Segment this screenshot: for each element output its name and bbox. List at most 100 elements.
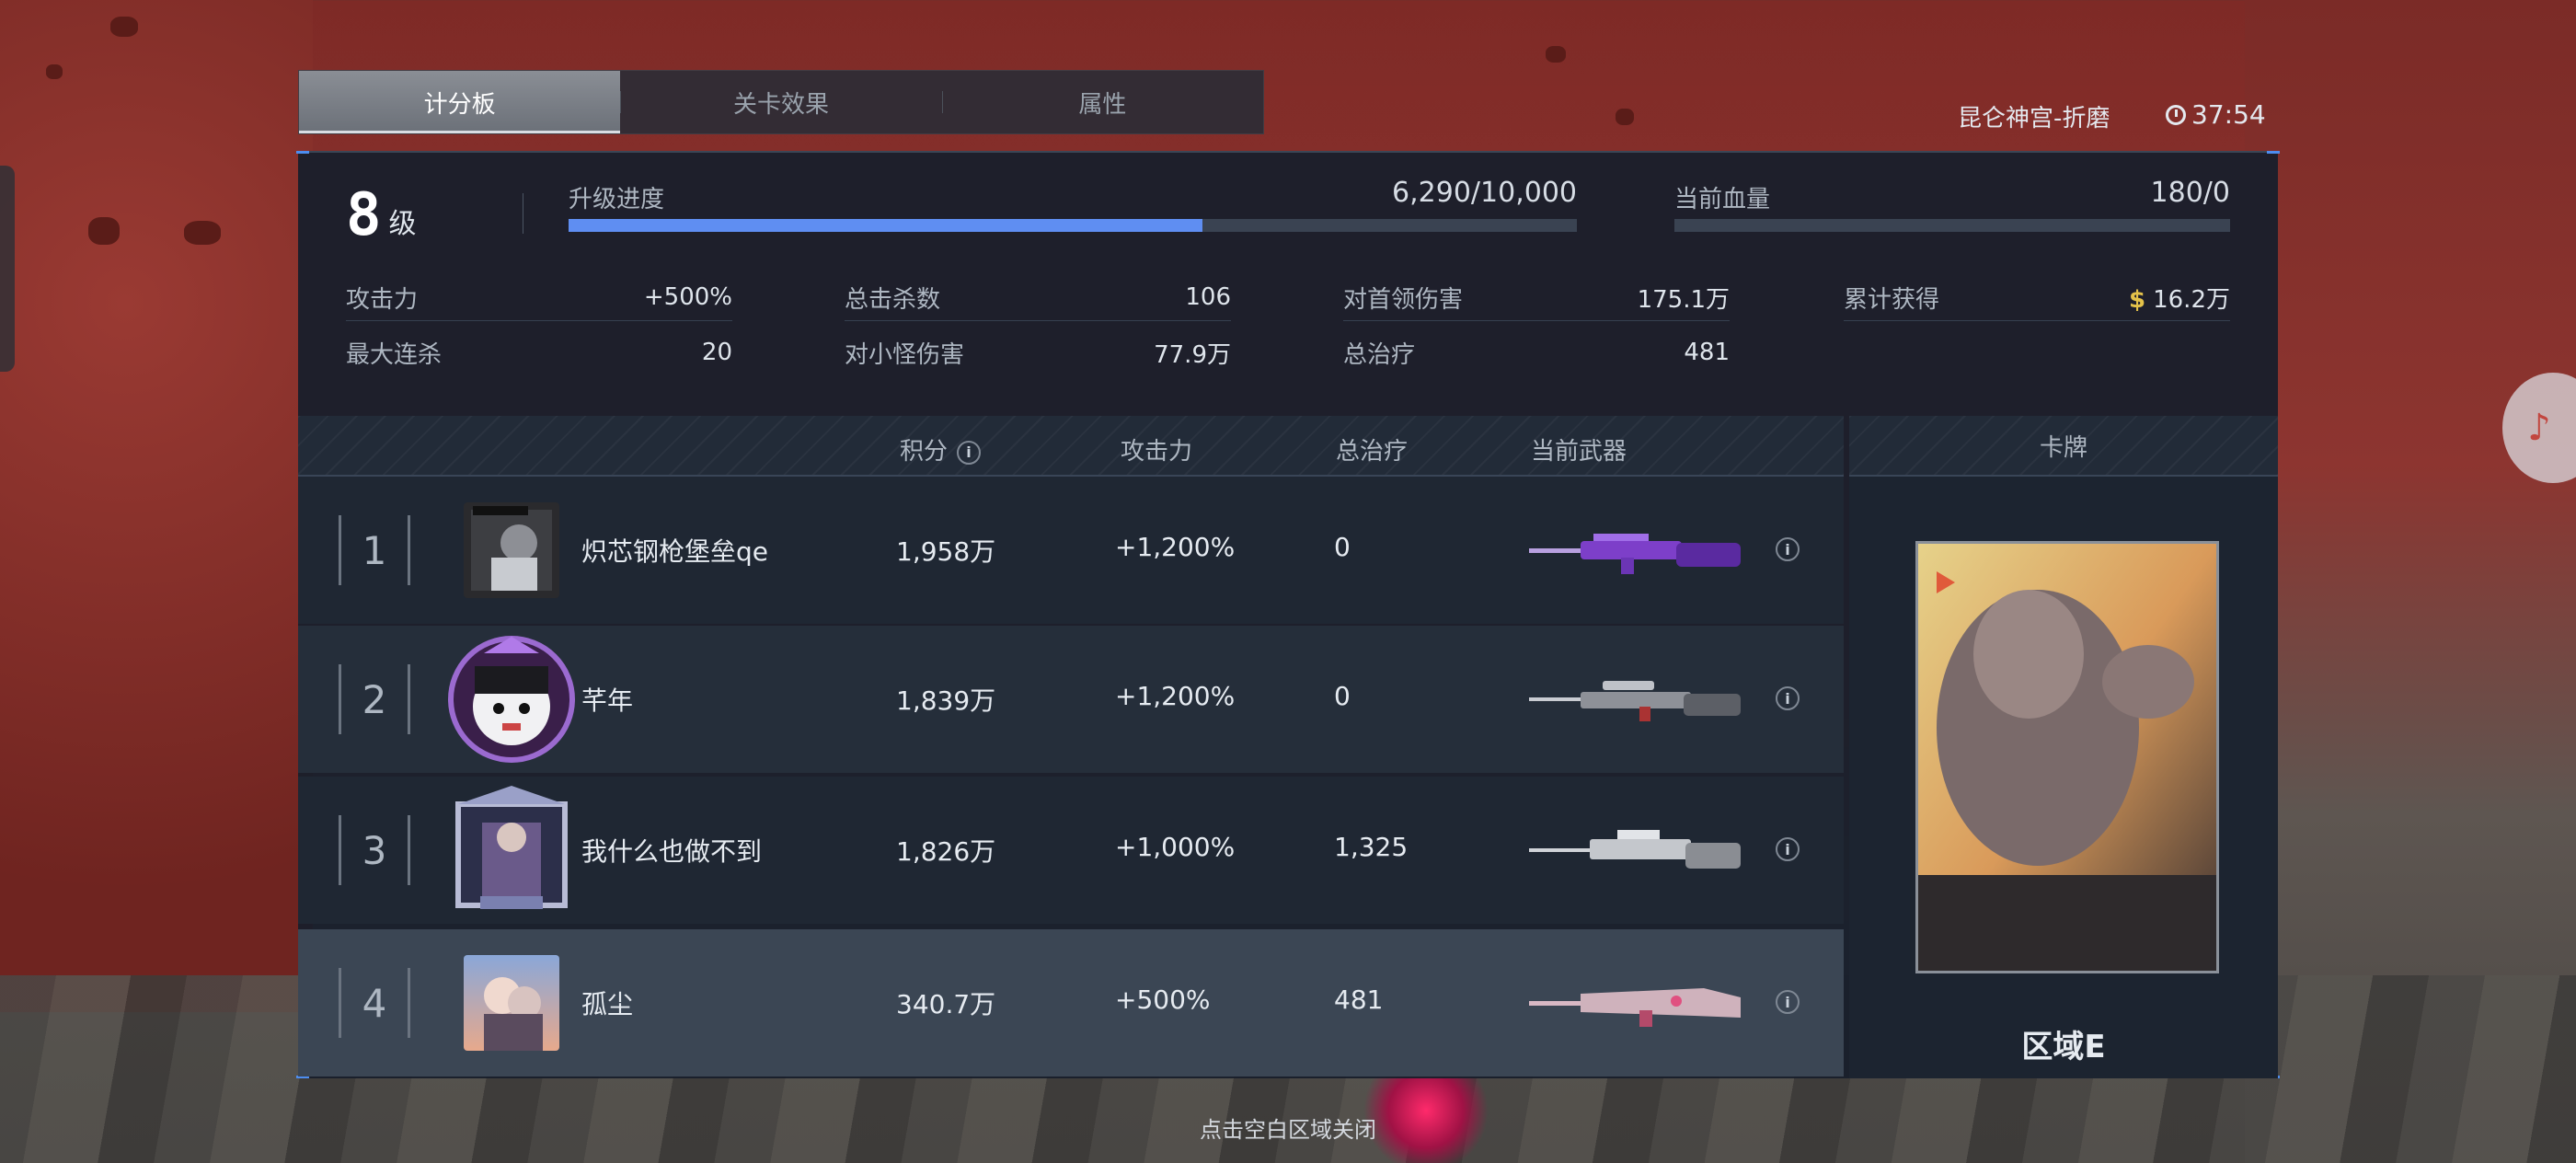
player-level: 8 级	[346, 186, 417, 245]
card-column-header: 卡牌	[1849, 416, 2278, 477]
table-row-self[interactable]: 4 孤尘 340.7万 +500% 481 i	[298, 929, 1844, 1077]
weapon-info-icon[interactable]: i	[1776, 537, 1800, 561]
table-row[interactable]: 3 我什么也做不到 1,826万 +1,000% 1,325 i	[298, 777, 1844, 924]
rank-number: 2	[339, 664, 410, 734]
panel-corner	[296, 151, 309, 154]
stat-value: 16.2万	[2153, 285, 2230, 314]
stat-value: 175.1万	[1637, 285, 1730, 314]
card-image[interactable]	[1915, 541, 2219, 973]
scoreboard-panel: 8 级 升级进度 6,290/10,000 当前血量 180/0 攻击力 +50…	[296, 151, 2280, 1078]
tab-attributes[interactable]: 属性	[941, 71, 1263, 133]
player-name: 炽芯钢枪堡垒qe	[581, 536, 769, 567]
debris	[1546, 46, 1566, 63]
weapon-info-icon[interactable]: i	[1776, 837, 1800, 861]
info-icon[interactable]: i	[957, 440, 982, 465]
stat-label: 累计获得	[1844, 285, 1940, 314]
stat-label: 攻击力	[346, 285, 419, 314]
player-score: 1,839万	[896, 685, 996, 716]
player-attack: +500%	[1115, 985, 1211, 1015]
timer-value: 37:54	[2191, 99, 2266, 130]
debris	[184, 221, 221, 245]
weapon-info-icon[interactable]: i	[1776, 686, 1800, 710]
stat-label: 总治疗	[1343, 340, 1416, 369]
attack-column-header: 攻击力	[1121, 438, 1193, 466]
tab-scoreboard[interactable]: 计分板	[299, 71, 621, 133]
location-label: 昆仑神宫-折磨	[1958, 105, 2110, 132]
table-row[interactable]: 2 芊年 1,839万 +1,200% 0 i	[298, 626, 1844, 773]
tiktok-icon: ♪	[2527, 407, 2551, 449]
stat-total-earned: 累计获得 $16.2万	[1844, 274, 2230, 321]
avatar[interactable]	[464, 502, 559, 598]
tab-stage-effects[interactable]: 关卡效果	[620, 71, 941, 133]
weapon-rifle-icon	[1529, 970, 1750, 1036]
stat-minion-damage: 对小怪伤害 77.9万	[845, 329, 1231, 375]
stat-max-streak: 最大连杀 20	[346, 329, 732, 375]
player-score: 1,958万	[896, 536, 996, 567]
player-attack: +1,200%	[1115, 532, 1236, 562]
clock-icon	[2166, 104, 2186, 125]
debris	[46, 64, 63, 79]
player-score: 340.7万	[896, 989, 996, 1019]
stat-total-heal: 总治疗 481	[1343, 329, 1730, 375]
hp-label: 当前血量	[1674, 186, 1771, 213]
panel-corner	[2267, 151, 2280, 154]
hp-value: 180/0	[2150, 177, 2230, 209]
rank-number: 1	[339, 515, 410, 585]
rank-number: 3	[339, 815, 410, 885]
stat-value: 481	[1684, 339, 1730, 366]
stat-label: 对小怪伤害	[845, 340, 965, 369]
weapon-info-icon[interactable]: i	[1776, 990, 1800, 1014]
coin-icon: $	[2129, 285, 2146, 314]
level-progress-value: 6,290/10,000	[1392, 177, 1577, 209]
level-unit: 级	[388, 208, 417, 240]
player-heal: 0	[1334, 532, 1351, 562]
weapon-rifle-icon	[1529, 517, 1750, 583]
stat-value: +500%	[643, 283, 732, 311]
side-drawer-handle[interactable]	[0, 166, 15, 372]
player-name: 芊年	[581, 685, 634, 716]
level-number: 8	[346, 181, 382, 249]
player-attack: +1,200%	[1115, 681, 1236, 711]
avatar[interactable]	[447, 633, 576, 766]
player-attack: +1,000%	[1115, 832, 1236, 862]
player-name: 孤尘	[581, 989, 634, 1019]
weapon-rifle-icon	[1529, 817, 1750, 883]
tab-bar: 计分板 关卡效果 属性	[298, 70, 1264, 134]
player-heal: 0	[1334, 681, 1351, 711]
player-heal: 1,325	[1334, 832, 1409, 862]
stat-total-kills: 总击杀数 106	[845, 274, 1231, 321]
scoreboard-table-header: 积分 i 攻击力 总治疗 当前武器	[298, 416, 1844, 477]
heal-column-header: 总治疗	[1336, 438, 1409, 466]
stat-label: 总击杀数	[845, 285, 941, 314]
debris	[1616, 109, 1634, 125]
stat-attack: 攻击力 +500%	[346, 274, 732, 321]
debris	[88, 217, 120, 245]
stat-value: 77.9万	[1154, 340, 1231, 369]
stat-label: 对首领伤害	[1343, 285, 1464, 314]
hp-bar	[1674, 219, 2230, 232]
table-row[interactable]: 1 炽芯钢枪堡垒qe 1,958万 +1,200% 0 i	[298, 477, 1844, 624]
score-column-header: 积分 i	[900, 432, 982, 466]
stat-boss-damage: 对首领伤害 175.1万	[1343, 274, 1730, 321]
zone-label: 区域E	[2021, 1029, 2106, 1065]
stat-value: 106	[1185, 283, 1231, 311]
player-score: 1,826万	[896, 836, 996, 867]
level-progress-bar	[569, 219, 1577, 232]
weapon-rifle-icon	[1529, 666, 1750, 732]
player-heal: 481	[1334, 985, 1384, 1015]
avatar[interactable]	[464, 955, 559, 1051]
avatar[interactable]	[449, 786, 574, 915]
card-panel: 区域E	[1849, 477, 2278, 1078]
match-timer: 37:54	[2166, 99, 2266, 130]
player-name: 我什么也做不到	[581, 836, 763, 867]
close-hint[interactable]: 点击空白区域关闭	[0, 1111, 2576, 1144]
stat-value-wrap: $16.2万	[2129, 281, 2230, 315]
debris	[110, 17, 138, 37]
weapon-column-header: 当前武器	[1531, 438, 1627, 466]
background-wall	[0, 0, 313, 1012]
level-progress-fill	[569, 219, 1203, 232]
level-progress-label: 升级进度	[569, 186, 665, 213]
rank-number: 4	[339, 968, 410, 1038]
stat-label: 最大连杀	[346, 340, 443, 369]
stat-value: 20	[701, 339, 732, 366]
